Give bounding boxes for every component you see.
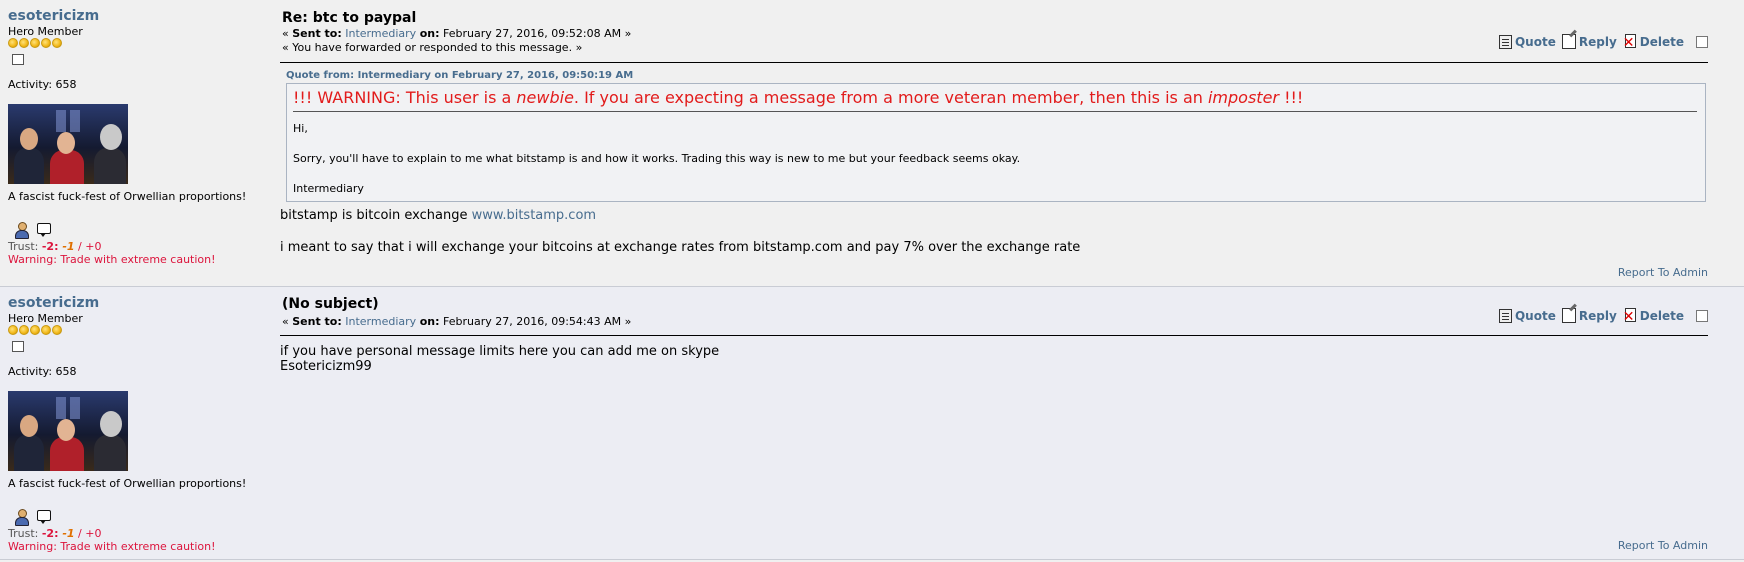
bitstamp-link[interactable]: www.bitstamp.com [472, 208, 596, 223]
signature: A fascist fuck-fest of Orwellian proport… [8, 190, 247, 203]
message-subject: (No subject) [282, 296, 379, 312]
report-to-admin-link[interactable]: Report To Admin [1618, 539, 1708, 552]
quote-header: Quote from: Intermediary on February 27,… [286, 70, 634, 81]
profile-person-icon[interactable] [14, 222, 30, 239]
profile-icons [14, 222, 52, 239]
avatar [8, 391, 128, 471]
delete-button[interactable]: ✕ Delete [1622, 34, 1684, 51]
trust-score: Trust: -2: -1 / +0 [8, 527, 102, 540]
pm-post: esotericizm Hero Member Activity: 658 A … [0, 0, 1744, 286]
poster-name-link[interactable]: esotericizm [8, 295, 99, 311]
star-icon [19, 325, 29, 335]
message-subject: Re: btc to paypal [282, 10, 417, 26]
rank-stars [8, 325, 62, 337]
trust-warning: Warning: Trade with extreme caution! [8, 253, 216, 266]
star-icon [30, 325, 40, 335]
star-icon [30, 38, 40, 48]
recipient-link[interactable]: Intermediary [345, 315, 416, 328]
message-meta: « Sent to: Intermediary on: February 27,… [282, 315, 632, 328]
delete-icon: ✕ [1622, 34, 1636, 51]
select-checkbox[interactable] [1696, 35, 1708, 48]
delete-button[interactable]: ✕ Delete [1622, 308, 1684, 325]
reply-button[interactable]: Reply [1561, 308, 1617, 323]
message-actions: Quote Reply ✕ Delete [1498, 34, 1708, 51]
trust-score: Trust: -2: -1 / +0 [8, 240, 102, 253]
quote-line: Hi, [293, 122, 308, 135]
forwarded-notice: « You have forwarded or responded to thi… [282, 41, 583, 54]
message-bubble-icon[interactable] [36, 222, 52, 238]
imposter-warning: !!! WARNING: This user is a newbie. If y… [293, 88, 1304, 107]
star-icon [52, 325, 62, 335]
trust-warning: Warning: Trade with extreme caution! [8, 540, 216, 553]
star-icon [8, 325, 18, 335]
header-divider [280, 335, 1708, 336]
activity-count: Activity: 658 [8, 365, 77, 378]
select-checkbox[interactable] [1696, 309, 1708, 322]
post-separator [0, 559, 1744, 560]
poster-name-link[interactable]: esotericizm [8, 8, 99, 24]
online-status-icon [12, 54, 24, 65]
profile-person-icon[interactable] [14, 509, 30, 526]
quote-icon [1498, 308, 1512, 323]
recipient-link[interactable]: Intermediary [345, 27, 416, 40]
star-icon [41, 38, 51, 48]
avatar [8, 104, 128, 184]
delete-icon: ✕ [1622, 308, 1636, 325]
star-icon [41, 325, 51, 335]
message-bubble-icon[interactable] [36, 509, 52, 525]
message-meta: « Sent to: Intermediary on: February 27,… [282, 27, 632, 40]
rank-stars [8, 38, 62, 50]
star-icon [8, 38, 18, 48]
message-body-line: bitstamp is bitcoin exchange www.bitstam… [280, 208, 597, 223]
message-area: (No subject) « Sent to: Intermediary on:… [280, 287, 1708, 559]
message-body-line: if you have personal message limits here… [280, 344, 720, 359]
quote-block: !!! WARNING: This user is a newbie. If y… [286, 83, 1706, 202]
reply-icon [1561, 308, 1576, 323]
quote-icon [1498, 34, 1512, 49]
report-to-admin-link[interactable]: Report To Admin [1618, 266, 1708, 279]
activity-count: Activity: 658 [8, 78, 77, 91]
message-body-line: i meant to say that i will exchange your… [280, 240, 1081, 255]
online-status-icon [12, 341, 24, 352]
signature: A fascist fuck-fest of Orwellian proport… [8, 477, 247, 490]
star-icon [52, 38, 62, 48]
quote-button[interactable]: Quote [1498, 34, 1556, 49]
quote-divider [293, 111, 1697, 112]
poster-rank: Hero Member [8, 312, 83, 325]
reply-button[interactable]: Reply [1561, 34, 1617, 49]
header-divider [280, 62, 1708, 63]
quote-line: Intermediary [293, 182, 364, 195]
star-icon [19, 38, 29, 48]
poster-rank: Hero Member [8, 25, 83, 38]
profile-icons [14, 509, 52, 526]
quote-button[interactable]: Quote [1498, 308, 1556, 323]
message-actions: Quote Reply ✕ Delete [1498, 308, 1708, 325]
message-body-line: Esotericizm99 [280, 359, 372, 374]
reply-icon [1561, 34, 1576, 49]
message-area: Re: btc to paypal « Sent to: Intermediar… [280, 0, 1708, 286]
pm-post: esotericizm Hero Member Activity: 658 A … [0, 287, 1744, 559]
quote-line: Sorry, you'll have to explain to me what… [293, 152, 1021, 165]
